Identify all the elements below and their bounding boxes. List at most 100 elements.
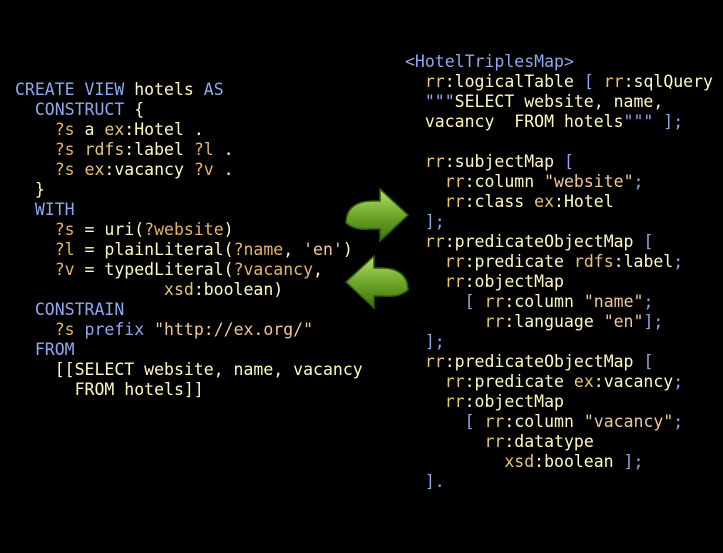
r2rml-token: """ xyxy=(405,92,455,111)
r2rml-token: :objectMap xyxy=(464,272,564,291)
sml-token: rdfs xyxy=(84,140,125,159)
sml-token: ?s xyxy=(15,120,85,139)
sml-token: CONSTRUCT xyxy=(15,100,135,119)
r2rml-line: rr:objectMap xyxy=(405,392,564,411)
r2rml-token: :column xyxy=(504,292,584,311)
r2rml-line: vacancy FROM hotels""" ]; xyxy=(405,112,683,131)
r2rml-token: rr xyxy=(405,72,445,91)
r2rml-line: """SELECT website, name, xyxy=(405,92,663,111)
r2rml-token: "vacancy" xyxy=(583,412,674,431)
r2rml-token: ex xyxy=(534,192,555,211)
r2rml-token: ; xyxy=(643,292,654,311)
r2rml-token: [ xyxy=(405,292,485,311)
sml-line: ?v = typedLiteral(?vacancy, xyxy=(15,260,323,279)
r2rml-token: <HotelTriplesMap> xyxy=(405,52,574,71)
sml-token: :label xyxy=(124,140,194,159)
r2rml-token: SELECT website, name, xyxy=(454,92,664,111)
r2rml-token: [ xyxy=(405,412,485,431)
r2rml-token: "website" xyxy=(544,172,634,191)
r2rml-token: :sqlQuery xyxy=(623,72,713,91)
r2rml-token: rr xyxy=(405,272,465,291)
r2rml-line: rr:predicate ex:vacancy; xyxy=(405,372,683,391)
r2rml-token: rr xyxy=(405,312,505,331)
sml-token: ?l xyxy=(15,240,85,259)
sml-token: hotels xyxy=(134,80,204,99)
sml-token: 'en' xyxy=(303,240,343,259)
sml-token: . xyxy=(223,160,234,179)
sml-token: ?s xyxy=(15,220,85,239)
r2rml-line: <HotelTriplesMap> xyxy=(405,52,574,71)
sml-token: ex xyxy=(84,160,105,179)
r2rml-token: ]; xyxy=(405,332,445,351)
r2rml-line: rr:objectMap xyxy=(405,272,564,291)
arrow-left-icon xyxy=(344,254,409,310)
r2rml-token: :Hotel xyxy=(554,192,614,211)
sml-token: ?website xyxy=(144,220,224,239)
r2rml-token: ]; xyxy=(643,312,664,331)
r2rml-line: rr:logicalTable [ rr:sqlQuery xyxy=(405,72,713,91)
sml-token: ?vacancy xyxy=(233,260,314,279)
sml-token: "http://ex.org/" xyxy=(154,320,314,339)
sml-token: a xyxy=(84,120,105,139)
r2rml-token: :language xyxy=(504,312,604,331)
sml-token: CONSTRAIN xyxy=(15,300,125,319)
r2rml-token: rr xyxy=(484,412,505,431)
sml-token: ?s xyxy=(15,140,85,159)
r2rml-token: rr xyxy=(405,152,445,171)
sml-code-block: CREATE VIEW hotels AS CONSTRUCT { ?s a e… xyxy=(15,80,363,400)
r2rml-token: rr xyxy=(405,192,465,211)
r2rml-token: :datatype xyxy=(504,432,594,451)
sml-token: ?name xyxy=(233,240,284,259)
r2rml-token: [ xyxy=(643,352,654,371)
sml-token: ?s xyxy=(15,160,85,179)
sml-line: CREATE VIEW hotels AS xyxy=(15,80,224,99)
r2rml-token: :predicate xyxy=(464,372,574,391)
r2rml-line: rr:predicateObjectMap [ xyxy=(405,352,654,371)
sml-token: xsd xyxy=(15,280,194,299)
sml-token: , xyxy=(283,240,304,259)
sml-token: , xyxy=(313,260,323,279)
sml-token: { xyxy=(134,100,145,119)
r2rml-token: "name" xyxy=(583,292,644,311)
sml-line: CONSTRAIN xyxy=(15,300,124,319)
sml-token: = typedLiteral( xyxy=(84,260,234,279)
slide: CREATE VIEW hotels AS CONSTRUCT { ?s a e… xyxy=(0,0,723,553)
r2rml-line: ]; xyxy=(405,332,445,351)
sml-line: } xyxy=(15,180,45,199)
r2rml-token: rr xyxy=(484,292,505,311)
r2rml-token: vacancy FROM hotels xyxy=(405,112,624,131)
sml-token: :Hotel . xyxy=(124,120,204,139)
r2rml-token: rr xyxy=(603,72,624,91)
sml-token: AS xyxy=(203,80,224,99)
sml-token: :vacancy xyxy=(104,160,194,179)
r2rml-token: rdfs xyxy=(573,252,614,271)
r2rml-token: [ xyxy=(583,72,604,91)
sml-token: . xyxy=(223,140,234,159)
r2rml-line: rr:datatype xyxy=(405,432,594,451)
r2rml-line: rr:predicate rdfs:label; xyxy=(405,252,683,271)
r2rml-token: rr xyxy=(405,432,505,451)
r2rml-code-block: <HotelTriplesMap> rr:logicalTable [ rr:s… xyxy=(405,52,713,492)
sml-token: = uri( xyxy=(84,220,145,239)
r2rml-token: xsd xyxy=(405,452,535,471)
sml-line: ?s a ex:Hotel . xyxy=(15,120,204,139)
r2rml-line: [ rr:column "vacancy"; xyxy=(405,412,684,431)
r2rml-token: ]; xyxy=(623,452,644,471)
sml-line: CONSTRUCT { xyxy=(15,100,144,119)
sml-token: } xyxy=(15,180,45,199)
r2rml-token: :column xyxy=(464,172,545,191)
arrow-right-icon xyxy=(345,187,410,243)
sml-token: [[SELECT website, name, vacancy xyxy=(15,360,363,379)
sml-token: CREATE VIEW xyxy=(15,80,135,99)
r2rml-token: ; xyxy=(633,172,644,191)
sml-line: ?s = uri(?website) xyxy=(15,220,234,239)
r2rml-token: :class xyxy=(464,192,535,211)
r2rml-line: xsd:boolean ]; xyxy=(405,452,643,471)
r2rml-line: rr:language "en"]; xyxy=(405,312,663,331)
sml-token: WITH xyxy=(15,200,75,219)
sml-token: ?s xyxy=(15,320,85,339)
sml-line: [[SELECT website, name, vacancy xyxy=(15,360,363,379)
r2rml-token: :label xyxy=(613,252,674,271)
sml-token: FROM hotels]] xyxy=(15,380,204,399)
sml-line: ?s prefix "http://ex.org/" xyxy=(15,320,313,339)
